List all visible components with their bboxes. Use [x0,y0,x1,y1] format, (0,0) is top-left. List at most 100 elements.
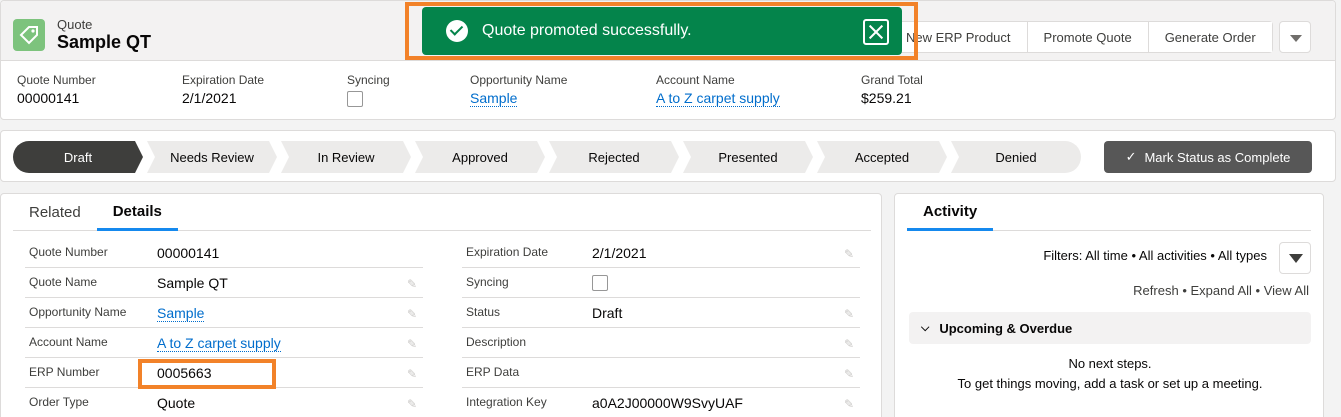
field-label: Opportunity Name [29,305,127,319]
header-field-grand-total: Grand Total $259.21 [861,73,923,106]
no-next-steps-hint: To get things moving, add a task or set … [957,376,1263,391]
expand-all-link[interactable]: Expand All [1190,283,1251,298]
success-check-icon [446,20,468,42]
edit-pencil-icon[interactable]: ✎ [407,337,417,351]
detail-row-quote-name: Quote Name Sample QT ✎ [25,268,423,298]
path-step-rejected[interactable]: Rejected [549,141,679,173]
field-label: Quote Number [29,245,108,259]
field-label: Opportunity Name [470,73,568,87]
account-link[interactable]: A to Z carpet supply [656,90,780,107]
detail-row-opportunity: Opportunity Name Sample ✎ [25,298,423,328]
details-panel: Related Details Quote Number 00000141 Qu… [0,193,882,417]
path-step-draft[interactable]: Draft [13,141,143,173]
syncing-checkbox [347,91,363,107]
field-value: 2/1/2021 [182,90,237,106]
detail-row-syncing: Syncing [462,268,860,298]
field-label: Account Name [656,73,735,87]
close-icon[interactable] [863,19,889,45]
edit-pencil-icon[interactable]: ✎ [407,397,417,411]
more-actions-dropdown-icon[interactable] [1279,21,1311,53]
opportunity-link[interactable]: Sample [470,90,518,107]
checkmark-icon: ✓ [1125,149,1137,164]
detail-row-account: Account Name A to Z carpet supply ✎ [25,328,423,358]
record-title: Sample QT [57,32,152,52]
detail-row-erp-data: ERP Data ✎ [462,358,860,388]
header-field-syncing: Syncing [347,73,390,107]
field-label: Status [466,305,501,319]
upcoming-overdue-label: Upcoming & Overdue [939,320,1073,336]
mark-status-complete-button[interactable]: ✓ Mark Status as Complete [1104,141,1312,173]
field-label: ERP Data [466,365,520,379]
field-label: Quote Number [17,73,96,87]
edit-pencil-icon[interactable]: ✎ [844,397,854,411]
details-tabs: Related Details [13,194,871,231]
edit-pencil-icon[interactable]: ✎ [407,277,417,291]
path-step-accepted[interactable]: Accepted [817,141,947,173]
tab-activity[interactable]: Activity [907,194,994,231]
header-field-account: Account Name A to Z carpet supply [656,73,780,107]
opportunity-link[interactable]: Sample [157,305,205,322]
field-label: Quote Name [29,275,98,289]
view-all-link[interactable]: View All [1264,283,1309,298]
object-type-label: Quote [57,17,93,32]
edit-pencil-icon[interactable]: ✎ [844,307,854,321]
field-label: Syncing [466,275,509,289]
syncing-checkbox [592,275,608,291]
edit-pencil-icon[interactable]: ✎ [407,367,417,381]
erp-number-highlight-box [138,359,276,389]
tab-related[interactable]: Related [13,194,97,231]
field-label: Description [466,335,527,349]
generate-order-button[interactable]: Generate Order [1148,22,1272,52]
edit-pencil-icon[interactable]: ✎ [407,307,417,321]
detail-row-order-type: Order Type Quote ✎ [25,388,423,417]
field-label: Grand Total [861,73,923,87]
path-step-denied[interactable]: Denied [951,141,1081,173]
refresh-link[interactable]: Refresh [1133,283,1179,298]
header-field-opportunity: Opportunity Name Sample [470,73,568,107]
path-step-in-review[interactable]: In Review [281,141,411,173]
upcoming-overdue-section[interactable]: ⌵ Upcoming & Overdue [909,312,1311,344]
activity-links: Refresh • Expand All • View All [1133,283,1309,298]
promote-quote-button[interactable]: Promote Quote [1027,22,1149,52]
field-value: Sample QT [157,275,228,291]
header-field-expiration-date: Expiration Date 2/1/2021 [182,73,264,106]
path-steps: Draft Needs Review In Review Approved Re… [13,141,1081,173]
field-value: 00000141 [17,90,80,106]
field-label: Syncing [347,73,390,87]
detail-row-expiration-date: Expiration Date 2/1/2021 ✎ [462,238,860,268]
chevron-down-icon: ⌵ [921,321,930,334]
edit-pencil-icon[interactable]: ✎ [844,367,854,381]
field-value: Quote [157,395,196,411]
success-toast: Quote promoted successfully. [422,7,902,55]
field-label: Expiration Date [182,73,265,87]
field-label: Order Type [29,395,89,409]
path-step-needs-review[interactable]: Needs Review [147,141,277,173]
field-label: Account Name [29,335,108,349]
no-next-steps: No next steps. To get things moving, add… [909,354,1311,394]
edit-pencil-icon[interactable]: ✎ [844,247,854,261]
filter-icon[interactable] [1279,242,1311,274]
status-path: Draft Needs Review In Review Approved Re… [0,130,1336,182]
detail-row-quote-number: Quote Number 00000141 [25,238,423,268]
field-label: ERP Number [29,365,100,379]
account-link[interactable]: A to Z carpet supply [157,335,281,352]
path-step-presented[interactable]: Presented [683,141,813,173]
activity-panel: Activity Filters: All time • All activit… [894,193,1324,417]
action-button-group: New ERP Product Promote Quote Generate O… [889,21,1273,53]
no-next-steps-title: No next steps. [1068,356,1152,371]
field-label: Expiration Date [466,245,549,259]
path-step-approved[interactable]: Approved [415,141,545,173]
activity-tabs: Activity [907,194,1311,231]
detail-row-status: Status Draft ✎ [462,298,860,328]
quote-tag-icon [13,19,45,51]
edit-pencil-icon[interactable]: ✎ [844,337,854,351]
field-value: $259.21 [861,90,912,106]
activity-filters-text[interactable]: Filters: All time • All activities • All… [1043,248,1267,263]
detail-row-integration-key: Integration Key a0A2J00000W9SvyUAF ✎ [462,388,860,417]
toast-message: Quote promoted successfully. [482,22,692,39]
mark-status-label: Mark Status as Complete [1144,149,1291,165]
field-value: 00000141 [157,245,220,261]
field-value: Draft [592,305,623,321]
detail-row-description: Description ✎ [462,328,860,358]
tab-details[interactable]: Details [96,194,178,231]
